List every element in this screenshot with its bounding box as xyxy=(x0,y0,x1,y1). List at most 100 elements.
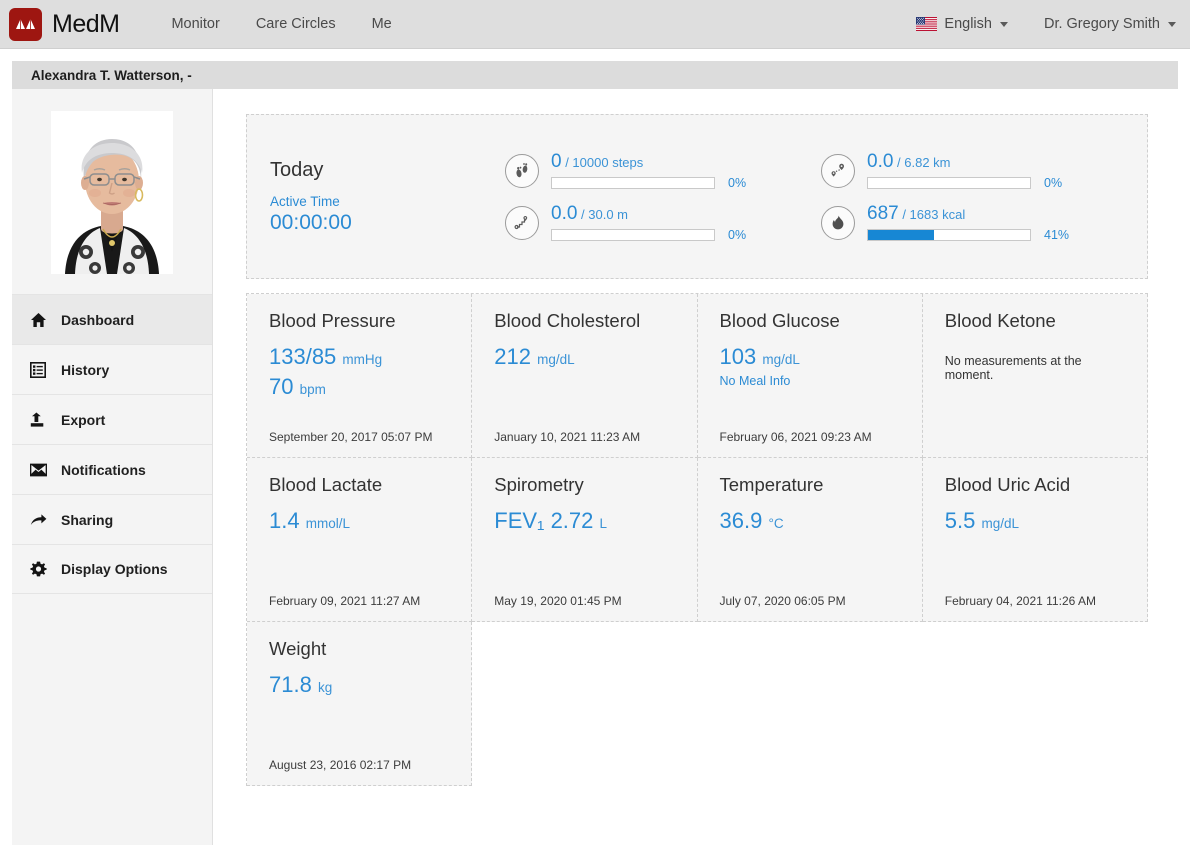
activity-calories-number: 687 xyxy=(867,203,899,224)
card-value-primary: 133/85 mmHg xyxy=(269,342,451,372)
activity-elevation-progressbar xyxy=(551,229,715,241)
card-value-unit: mg/dL xyxy=(537,352,575,367)
activity-distance-progressbar xyxy=(867,177,1031,189)
chevron-down-icon xyxy=(1000,22,1008,27)
sidebar-item-sharing[interactable]: Sharing xyxy=(12,494,212,544)
card-value-primary: 212 mg/dL xyxy=(494,342,676,372)
card-blood-pressure[interactable]: Blood Pressure 133/85 mmHg 70 bpm Septem… xyxy=(247,294,472,458)
card-blood-lactate[interactable]: Blood Lactate 1.4 mmol/L February 09, 20… xyxy=(247,458,472,622)
card-timestamp: February 06, 2021 09:23 AM xyxy=(720,430,872,444)
user-menu[interactable]: Dr. Gregory Smith xyxy=(1044,16,1176,32)
card-value-unit: bpm xyxy=(300,382,326,397)
card-value-primary: 36.9 °C xyxy=(720,506,902,536)
activity-calories-goal: / 1683 kcal xyxy=(902,207,965,222)
sidebar-item-export[interactable]: Export xyxy=(12,394,212,444)
card-value-unit: mg/dL xyxy=(981,516,1019,531)
card-timestamp: July 07, 2020 06:05 PM xyxy=(720,594,846,608)
card-value-number: 1.4 xyxy=(269,508,300,533)
card-title: Blood Lactate xyxy=(269,474,451,496)
card-value-unit: mmol/L xyxy=(306,516,350,531)
card-value-primary: 103 mg/dL xyxy=(720,342,902,372)
sidebar-item-label: History xyxy=(61,362,109,378)
activity-distance-number: 0.0 xyxy=(867,151,893,172)
sidebar-item-history[interactable]: History xyxy=(12,344,212,394)
sidebar-item-label: Export xyxy=(61,412,105,428)
sidebar-item-label: Display Options xyxy=(61,561,168,577)
card-blood-cholesterol[interactable]: Blood Cholesterol 212 mg/dL January 10, … xyxy=(472,294,697,458)
card-empty-slot xyxy=(923,622,1148,786)
sidebar-item-dashboard[interactable]: Dashboard xyxy=(12,294,212,344)
activity-steps-body: 0 / 10000 steps 0% xyxy=(551,152,746,190)
card-timestamp: February 04, 2021 11:26 AM xyxy=(945,594,1096,608)
activity-calories-progressbar xyxy=(867,229,1031,241)
main-content: Today Active Time 00:00:00 xyxy=(213,89,1181,845)
activity-steps-value: 0 / 10000 steps xyxy=(551,152,746,171)
card-title: Blood Pressure xyxy=(269,310,451,332)
card-value-primary: 71.8 kg xyxy=(269,670,451,700)
sidebar-item-label: Dashboard xyxy=(61,312,134,328)
sidebar-item-notifications[interactable]: Notifications xyxy=(12,444,212,494)
export-icon xyxy=(29,411,47,429)
envelope-icon xyxy=(29,461,47,479)
activity-elevation-number: 0.0 xyxy=(551,203,577,224)
card-timestamp: September 20, 2017 05:07 PM xyxy=(269,430,432,444)
card-weight[interactable]: Weight 71.8 kg August 23, 2016 02:17 PM xyxy=(247,622,472,786)
activity-distance-body: 0.0 / 6.82 km 0% xyxy=(867,152,1062,190)
card-timestamp: January 10, 2021 11:23 AM xyxy=(494,430,640,444)
card-empty-slot xyxy=(472,622,697,786)
activity-elevation-value: 0.0 / 30.0 m xyxy=(551,204,746,223)
activity-steps-progress-row: 0% xyxy=(551,176,746,190)
card-value-primary: FEV₁ 2.72 L xyxy=(494,506,676,536)
nav-link-me[interactable]: Me xyxy=(372,16,392,32)
card-value-number: 70 xyxy=(269,374,293,399)
card-value-secondary: 70 bpm xyxy=(269,372,451,402)
gear-icon xyxy=(29,560,47,578)
chevron-down-icon xyxy=(1168,22,1176,27)
activity-calories-value: 687 / 1683 kcal xyxy=(867,204,1069,223)
card-title: Weight xyxy=(269,638,451,660)
activity-elevation-percent: 0% xyxy=(728,228,746,242)
card-spirometry[interactable]: Spirometry FEV₁ 2.72 L May 19, 2020 01:4… xyxy=(472,458,697,622)
patient-name: Alexandra T. Watterson, - xyxy=(31,68,192,83)
avatar xyxy=(51,111,173,274)
activity-distance-goal: / 6.82 km xyxy=(897,155,950,170)
home-icon xyxy=(29,311,47,329)
share-arrow-icon xyxy=(29,511,47,529)
language-selector[interactable]: English xyxy=(916,16,1008,32)
activity-steps-percent: 0% xyxy=(728,176,746,190)
activity-elevation: 0.0 / 30.0 m 0% xyxy=(505,204,821,242)
route-pin-icon xyxy=(821,154,855,188)
card-value-number: 71.8 xyxy=(269,672,312,697)
card-timestamp: February 09, 2021 11:27 AM xyxy=(269,594,420,608)
body-wrapper: Dashboard History xyxy=(12,89,1178,845)
top-navbar: MedM Monitor Care Circles Me xyxy=(0,0,1190,49)
card-blood-uric-acid[interactable]: Blood Uric Acid 5.5 mg/dL February 04, 2… xyxy=(923,458,1148,622)
activity-steps: 0 / 10000 steps 0% xyxy=(505,152,821,190)
card-blood-glucose[interactable]: Blood Glucose 103 mg/dL No Meal Info Feb… xyxy=(698,294,923,458)
active-time-label: Active Time xyxy=(270,194,505,209)
sidebar-item-display-options[interactable]: Display Options xyxy=(12,544,212,594)
nav-link-care-circles[interactable]: Care Circles xyxy=(256,16,336,32)
card-blood-ketone[interactable]: Blood Ketone No measurements at the mome… xyxy=(923,294,1148,458)
card-title: Temperature xyxy=(720,474,902,496)
sidebar: Dashboard History xyxy=(12,89,213,845)
card-temperature[interactable]: Temperature 36.9 °C July 07, 2020 06:05 … xyxy=(698,458,923,622)
brand-name: MedM xyxy=(52,10,119,39)
sidebar-item-label: Notifications xyxy=(61,462,146,478)
card-value-primary: 1.4 mmol/L xyxy=(269,506,451,536)
card-title: Blood Cholesterol xyxy=(494,310,676,332)
patient-header-bar: Alexandra T. Watterson, - xyxy=(12,61,1178,89)
activity-steps-number: 0 xyxy=(551,151,562,172)
medm-logo-icon xyxy=(9,8,42,41)
card-value-unit: °C xyxy=(768,516,783,531)
navbar-right: English Dr. Gregory Smith xyxy=(916,16,1176,32)
card-value-unit: mmHg xyxy=(342,352,382,367)
card-value-number: 212 xyxy=(494,344,531,369)
brand-logo[interactable]: MedM xyxy=(9,8,119,41)
nav-link-monitor[interactable]: Monitor xyxy=(171,16,219,32)
card-value-number: 103 xyxy=(720,344,757,369)
card-timestamp: August 23, 2016 02:17 PM xyxy=(269,758,411,772)
today-title: Today xyxy=(270,159,505,182)
activity-elevation-goal: / 30.0 m xyxy=(581,207,628,222)
card-value-number: 36.9 xyxy=(720,508,763,533)
